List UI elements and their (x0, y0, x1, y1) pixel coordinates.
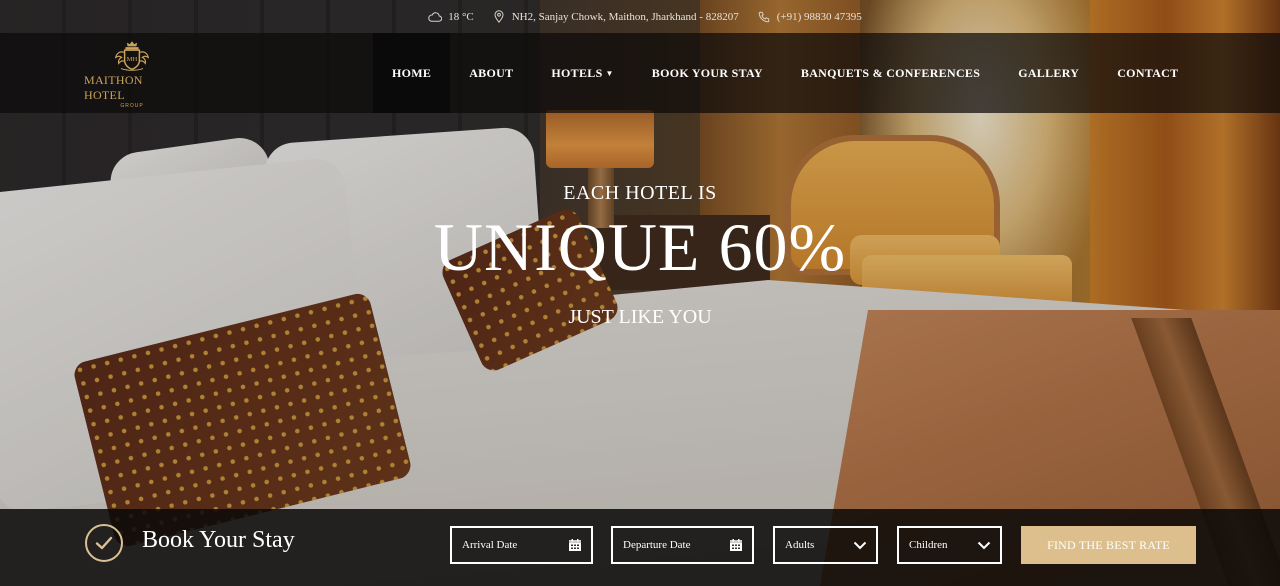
chevron-down-icon (852, 537, 868, 553)
address-text: NH2, Sanjay Chowk, Maithon, Jharkhand - … (511, 10, 739, 23)
booking-title: Book Your Stay (142, 527, 295, 553)
check-circle-icon (85, 524, 123, 562)
nav-home[interactable]: HOME (373, 33, 451, 113)
hero-tagline: JUST LIKE YOU (568, 306, 712, 328)
calendar-icon (567, 537, 583, 553)
adults-select-value: Adults (785, 539, 815, 551)
svg-text:MH: MH (127, 56, 138, 63)
logo-name: MAITHON HOTEL (84, 73, 143, 102)
adults-select[interactable]: Adults (773, 526, 878, 564)
phone-text[interactable]: (+91) 98830 47395 (777, 11, 862, 23)
departure-date-placeholder: Departure Date (623, 539, 691, 551)
calendar-icon (728, 537, 744, 553)
find-best-rate-button[interactable]: FIND THE BEST RATE (1021, 526, 1196, 564)
phone-icon (757, 10, 771, 24)
logo-subtitle: GROUP (120, 103, 144, 109)
nav-about[interactable]: ABOUT (450, 33, 532, 113)
weather-text: 18 °C (448, 10, 474, 23)
arrival-date-placeholder: Arrival Date (462, 539, 518, 551)
hotel-logo[interactable]: MH MAITHON HOTEL GROUP (84, 39, 180, 109)
cloud-icon (428, 10, 443, 24)
children-select-value: Children (909, 539, 948, 551)
crest-icon: MH (114, 41, 150, 71)
nav-hotels[interactable]: HOTELS ▼ (532, 33, 632, 113)
top-info-bar: 18 °C NH2, Sanjay Chowk, Maithon, Jharkh… (0, 0, 1280, 33)
nav-contact[interactable]: CONTACT (1098, 33, 1197, 113)
location-pin-icon (492, 10, 506, 24)
hero-headline: UNIQUE 60% (433, 209, 847, 285)
hero-eyebrow: EACH HOTEL IS (563, 182, 717, 204)
address-info: NH2, Sanjay Chowk, Maithon, Jharkhand - … (492, 10, 739, 24)
arrival-date-field[interactable]: Arrival Date (450, 526, 593, 564)
nav-gallery[interactable]: GALLERY (999, 33, 1098, 113)
children-select[interactable]: Children (897, 526, 1002, 564)
main-navbar: MH MAITHON HOTEL GROUP HOME ABOUT HOTELS… (0, 33, 1280, 113)
main-menu: HOME ABOUT HOTELS ▼ BOOK YOUR STAY BANQU… (373, 33, 1197, 113)
nav-hotels-label: HOTELS (551, 65, 603, 80)
departure-date-field[interactable]: Departure Date (611, 526, 754, 564)
phone-info[interactable]: (+91) 98830 47395 (757, 10, 862, 24)
chevron-down-icon (976, 537, 992, 553)
weather-info: 18 °C (428, 10, 474, 24)
booking-bar: Book Your Stay Arrival Date Departure Da… (0, 509, 1280, 586)
nav-book-your-stay[interactable]: BOOK YOUR STAY (633, 33, 782, 113)
nav-banquets-conferences[interactable]: BANQUETS & CONFERENCES (782, 33, 999, 113)
caret-down-icon: ▼ (605, 68, 614, 78)
